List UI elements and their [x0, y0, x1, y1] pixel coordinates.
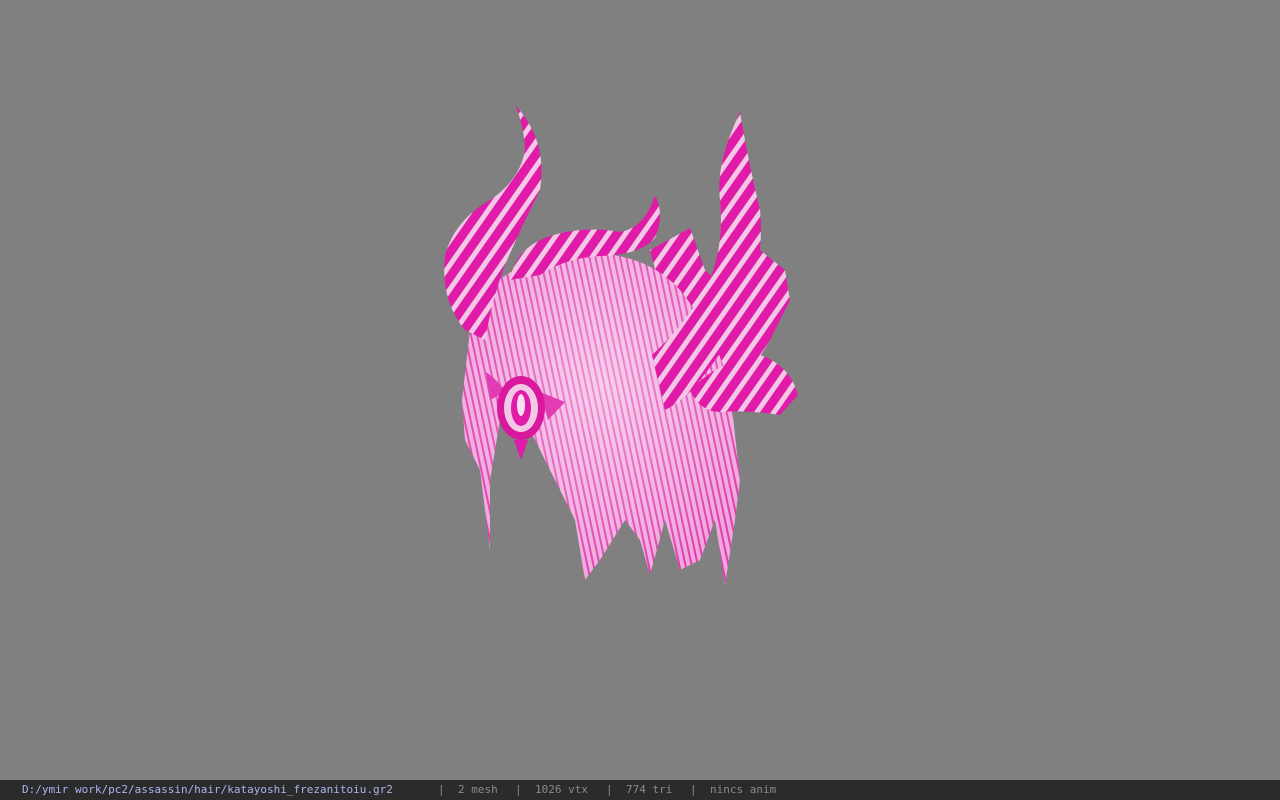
file-path-label: D:/ymir work/pc2/assassin/hair/katayoshi…	[22, 783, 393, 796]
3d-viewport[interactable]	[0, 0, 1280, 780]
triangle-count-label: 774 tri	[626, 783, 673, 796]
vertex-count-label: 1026 vtx	[535, 783, 588, 796]
animation-status-label: nincs anim	[710, 783, 777, 796]
status-separator: |	[606, 783, 613, 796]
mesh-count-label: 2 mesh	[458, 783, 498, 796]
status-bar: D:/ymir work/pc2/assassin/hair/katayoshi…	[0, 780, 1280, 800]
hair-model-render	[444, 105, 798, 585]
status-separator: |	[515, 783, 522, 796]
status-separator: |	[438, 783, 445, 796]
status-separator: |	[690, 783, 697, 796]
